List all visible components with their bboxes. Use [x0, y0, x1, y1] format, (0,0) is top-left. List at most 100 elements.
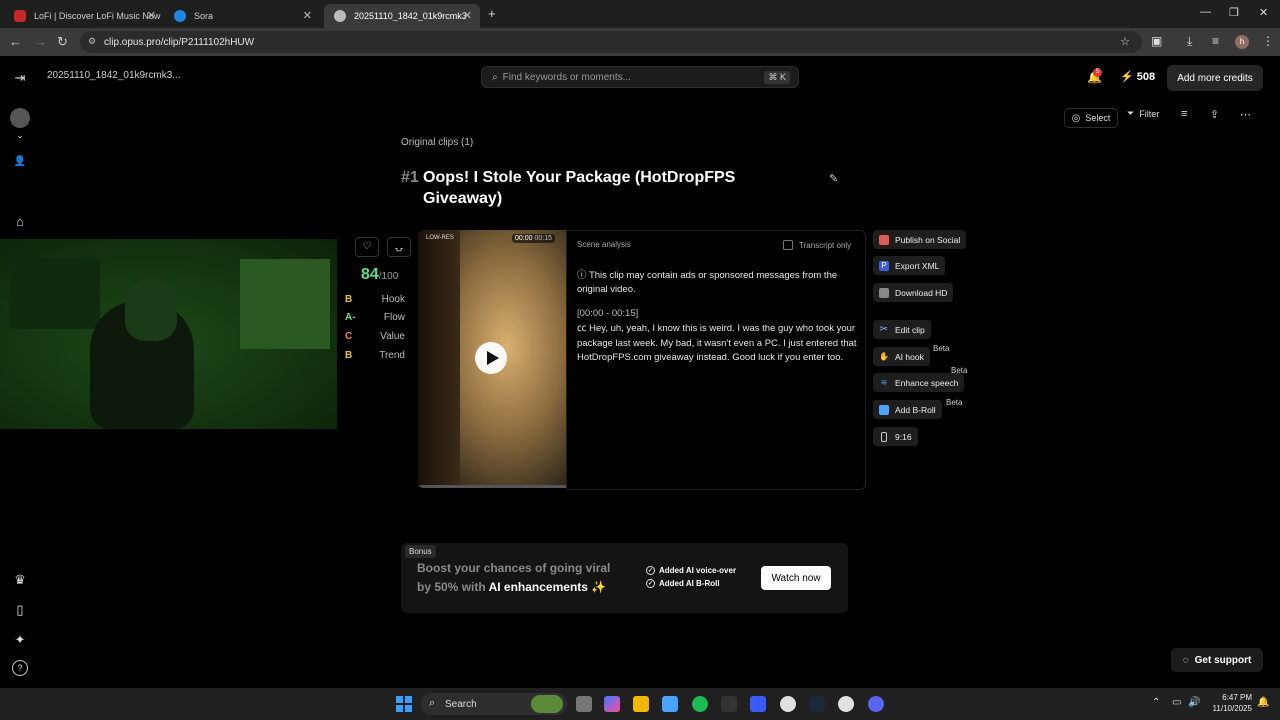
media-control-icon[interactable]: ≡: [1212, 34, 1219, 48]
clip-title-text: Oops! I Stole Your Package (HotDropFPS G…: [423, 169, 736, 207]
beta-badge: Beta: [933, 344, 950, 353]
restore-icon[interactable]: ❐: [1229, 6, 1239, 19]
search-icon: ⌕: [492, 71, 498, 83]
checkbox[interactable]: [783, 240, 793, 250]
windows-start-icon[interactable]: [396, 696, 412, 712]
notepad-icon[interactable]: [662, 696, 678, 712]
beta-badge: Beta: [951, 366, 968, 375]
publish-on-social-button[interactable]: Publish on Social: [873, 230, 967, 249]
bookmark-star-icon[interactable]: ☆: [1120, 35, 1130, 48]
discord-icon[interactable]: [868, 696, 884, 712]
copilot-icon[interactable]: [604, 696, 620, 712]
close-icon[interactable]: ✕: [463, 9, 472, 22]
get-support-button[interactable]: ◌ Get support: [1171, 648, 1263, 672]
sort-icon[interactable]: ≡: [1181, 108, 1187, 120]
score-denominator: /100: [378, 271, 399, 282]
check-label: Added AI B-Roll: [659, 579, 720, 588]
search-input[interactable]: ⌕ Find keywords or moments... ⌘ K: [481, 66, 799, 88]
select-button[interactable]: ◎ Select: [1064, 108, 1118, 128]
filter-label: Filter: [1139, 108, 1160, 119]
profile-avatar[interactable]: h: [1235, 35, 1249, 49]
app-icon[interactable]: [750, 696, 766, 712]
spotify-icon[interactable]: [692, 696, 708, 712]
crown-icon[interactable]: ♛: [12, 572, 28, 588]
scene-analysis-label: Scene analysis: [577, 240, 631, 249]
network-icon[interactable]: ▭: [1172, 697, 1181, 708]
enhance-speech-button[interactable]: ≋ Enhance speech: [873, 373, 965, 392]
notification-center-icon[interactable]: 🔔: [1257, 697, 1269, 708]
gift-icon[interactable]: ✦: [12, 632, 28, 648]
add-b-roll-button[interactable]: Add B-Roll: [873, 400, 942, 419]
export-xml-button[interactable]: P Export XML: [873, 256, 946, 275]
download-hd-button[interactable]: Download HD: [873, 283, 954, 302]
close-icon[interactable]: ✕: [147, 9, 156, 22]
chrome-profile-icon[interactable]: [838, 696, 854, 712]
reload-icon[interactable]: ↻: [57, 34, 68, 50]
steam-icon[interactable]: [809, 696, 825, 712]
add-credits-button[interactable]: Add more credits: [1167, 65, 1263, 91]
chevron-down-icon[interactable]: ⌄: [12, 130, 28, 146]
like-heart-icon[interactable]: ♡: [355, 237, 379, 257]
action-label: Download HD: [895, 287, 948, 298]
play-button[interactable]: [475, 342, 507, 374]
browser-tab-lofi[interactable]: LoFi | Discover LoFi Music Now ✕: [4, 4, 164, 28]
home-icon[interactable]: ⌂: [12, 214, 28, 230]
edit-clip-button[interactable]: ✂ Edit clip: [873, 320, 931, 339]
webcam-overlay: [0, 239, 337, 429]
collapse-sidebar-icon[interactable]: ⇥: [12, 70, 28, 86]
new-tab-button[interactable]: +: [488, 6, 496, 21]
hud-fx-icon[interactable]: [721, 696, 737, 712]
ads-warning: ⓘ This clip may contain ads or sponsored…: [577, 269, 859, 297]
scissors-icon: ✂: [879, 323, 889, 335]
url-field[interactable]: ⚙ clip.opus.pro/clip/P2111102hHUW ☆: [80, 31, 1142, 53]
hook-icon: ✋: [879, 351, 889, 361]
time-current: 00:00: [515, 235, 533, 242]
help-icon[interactable]: ?: [12, 660, 28, 676]
more-options-icon[interactable]: ⋯: [1240, 108, 1251, 121]
check-circle-icon: ◎: [1071, 112, 1081, 124]
minimize-icon[interactable]: —: [1200, 6, 1211, 18]
browser-tab-opus[interactable]: 20251110_1842_01k9rcmk3wev ✕: [324, 4, 480, 28]
browser-menu-icon[interactable]: ⋮: [1262, 34, 1274, 48]
back-icon[interactable]: ←: [9, 34, 22, 49]
credits-count: 508: [1136, 71, 1156, 83]
book-icon[interactable]: ▯: [12, 602, 28, 618]
credits-display[interactable]: ⚡ 508: [1120, 70, 1155, 83]
transcript-only-toggle[interactable]: Transcript only: [783, 240, 851, 250]
taskbar-clock[interactable]: 6:47 PM 11/10/2025: [1204, 692, 1252, 714]
check-circle-icon: ✓: [646, 579, 655, 588]
opus-clip-app: ⇥ ⌄ 👤 ⌂ ♛ ▯ ✦ ? 20251110_1842_01k9rcmk3.…: [0, 56, 1280, 688]
extensions-icon[interactable]: ▣: [1151, 34, 1162, 48]
phone-icon: [881, 431, 887, 442]
close-window-icon[interactable]: ✕: [1259, 6, 1268, 19]
play-icon: [487, 351, 499, 365]
browser-tab-sora[interactable]: Sora ✕: [164, 4, 320, 28]
browser-tab-bar: LoFi | Discover LoFi Music Now ✕ Sora ✕ …: [0, 0, 1280, 28]
ai-hook-button[interactable]: ✋ AI hook: [873, 347, 930, 366]
chrome-icon[interactable]: [780, 696, 796, 712]
chevron-up-icon[interactable]: ⌃: [1152, 697, 1160, 708]
dislike-icon[interactable]: ⍽: [387, 237, 411, 257]
aspect-ratio-button[interactable]: 9:16: [873, 427, 918, 446]
opus-favicon-icon: [334, 10, 346, 22]
action-label: Export XML: [895, 260, 940, 271]
filter-button[interactable]: ⏷ Filter: [1127, 108, 1159, 119]
bonus-prefix: by 50% with: [417, 580, 489, 594]
watch-now-button[interactable]: Watch now: [761, 566, 831, 590]
download-icon[interactable]: ⤓: [1187, 34, 1192, 49]
workspace-avatar[interactable]: [10, 108, 30, 128]
volume-icon[interactable]: 🔊: [1188, 697, 1200, 708]
url-text: clip.opus.pro/clip/P2111102hHUW: [104, 36, 255, 48]
forward-icon[interactable]: →: [34, 34, 47, 49]
taskbar-search[interactable]: ⌕ Search: [421, 693, 567, 715]
beta-badge: Beta: [946, 398, 963, 407]
upload-icon[interactable]: ⇪: [1210, 108, 1219, 121]
file-explorer-icon[interactable]: [633, 696, 649, 712]
add-user-icon[interactable]: 👤: [12, 156, 28, 172]
video-progress-bar[interactable]: [418, 485, 566, 488]
task-view-icon[interactable]: [576, 696, 592, 712]
edit-title-pencil-icon[interactable]: ✎: [829, 172, 838, 185]
close-icon[interactable]: ✕: [303, 9, 312, 22]
site-info-icon[interactable]: ⚙: [88, 36, 96, 47]
video-player[interactable]: LOW-RES 00:00 00:15: [418, 230, 566, 488]
